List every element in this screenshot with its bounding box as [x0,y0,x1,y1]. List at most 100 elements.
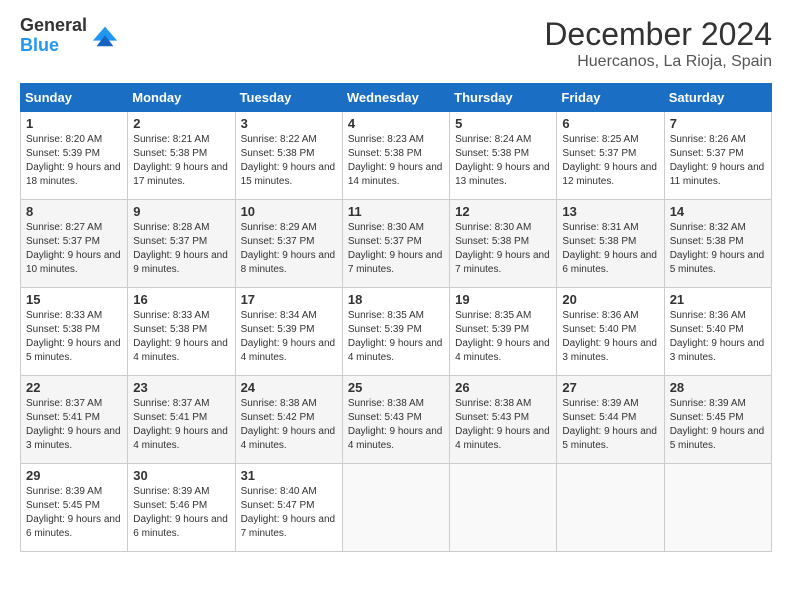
day-number: 23 [133,380,229,395]
col-sunday: Sunday [21,84,128,112]
day-cell: 14 Sunrise: 8:32 AMSunset: 5:38 PMDaylig… [664,200,771,288]
day-cell: 6 Sunrise: 8:25 AMSunset: 5:37 PMDayligh… [557,112,664,200]
day-info: Sunrise: 8:28 AMSunset: 5:37 PMDaylight:… [133,222,228,275]
day-number: 10 [241,204,337,219]
day-number: 29 [26,468,122,483]
week-row-1: 1 Sunrise: 8:20 AMSunset: 5:39 PMDayligh… [21,112,772,200]
day-number: 24 [241,380,337,395]
day-info: Sunrise: 8:21 AMSunset: 5:38 PMDaylight:… [133,134,228,187]
day-info: Sunrise: 8:20 AMSunset: 5:39 PMDaylight:… [26,134,121,187]
day-cell: 10 Sunrise: 8:29 AMSunset: 5:37 PMDaylig… [235,200,342,288]
day-info: Sunrise: 8:39 AMSunset: 5:45 PMDaylight:… [26,486,121,539]
col-friday: Friday [557,84,664,112]
day-number: 14 [670,204,766,219]
day-cell: 25 Sunrise: 8:38 AMSunset: 5:43 PMDaylig… [342,376,449,464]
day-cell: 24 Sunrise: 8:38 AMSunset: 5:42 PMDaylig… [235,376,342,464]
day-cell: 18 Sunrise: 8:35 AMSunset: 5:39 PMDaylig… [342,288,449,376]
day-number: 30 [133,468,229,483]
day-cell [664,464,771,552]
day-cell: 7 Sunrise: 8:26 AMSunset: 5:37 PMDayligh… [664,112,771,200]
day-info: Sunrise: 8:36 AMSunset: 5:40 PMDaylight:… [670,310,765,363]
day-number: 16 [133,292,229,307]
day-cell: 31 Sunrise: 8:40 AMSunset: 5:47 PMDaylig… [235,464,342,552]
day-info: Sunrise: 8:39 AMSunset: 5:46 PMDaylight:… [133,486,228,539]
day-number: 11 [348,204,444,219]
day-cell: 26 Sunrise: 8:38 AMSunset: 5:43 PMDaylig… [450,376,557,464]
logo: General Blue [20,16,119,56]
day-info: Sunrise: 8:23 AMSunset: 5:38 PMDaylight:… [348,134,443,187]
day-number: 9 [133,204,229,219]
day-info: Sunrise: 8:36 AMSunset: 5:40 PMDaylight:… [562,310,657,363]
day-number: 27 [562,380,658,395]
day-cell: 5 Sunrise: 8:24 AMSunset: 5:38 PMDayligh… [450,112,557,200]
day-info: Sunrise: 8:38 AMSunset: 5:43 PMDaylight:… [455,398,550,451]
day-cell [557,464,664,552]
day-info: Sunrise: 8:27 AMSunset: 5:37 PMDaylight:… [26,222,121,275]
day-number: 22 [26,380,122,395]
day-cell: 8 Sunrise: 8:27 AMSunset: 5:37 PMDayligh… [21,200,128,288]
day-number: 13 [562,204,658,219]
day-info: Sunrise: 8:38 AMSunset: 5:43 PMDaylight:… [348,398,443,451]
day-number: 15 [26,292,122,307]
day-cell: 1 Sunrise: 8:20 AMSunset: 5:39 PMDayligh… [21,112,128,200]
day-cell: 22 Sunrise: 8:37 AMSunset: 5:41 PMDaylig… [21,376,128,464]
day-info: Sunrise: 8:38 AMSunset: 5:42 PMDaylight:… [241,398,336,451]
day-cell: 2 Sunrise: 8:21 AMSunset: 5:38 PMDayligh… [128,112,235,200]
day-info: Sunrise: 8:35 AMSunset: 5:39 PMDaylight:… [348,310,443,363]
day-number: 28 [670,380,766,395]
day-number: 12 [455,204,551,219]
logo-icon [91,22,119,50]
day-number: 18 [348,292,444,307]
day-info: Sunrise: 8:32 AMSunset: 5:38 PMDaylight:… [670,222,765,275]
day-number: 5 [455,116,551,131]
day-cell [450,464,557,552]
day-info: Sunrise: 8:39 AMSunset: 5:44 PMDaylight:… [562,398,657,451]
day-number: 4 [348,116,444,131]
day-number: 17 [241,292,337,307]
month-title: December 2024 [544,16,772,53]
day-info: Sunrise: 8:37 AMSunset: 5:41 PMDaylight:… [133,398,228,451]
day-cell: 17 Sunrise: 8:34 AMSunset: 5:39 PMDaylig… [235,288,342,376]
day-info: Sunrise: 8:37 AMSunset: 5:41 PMDaylight:… [26,398,121,451]
day-number: 25 [348,380,444,395]
day-info: Sunrise: 8:30 AMSunset: 5:37 PMDaylight:… [348,222,443,275]
day-number: 26 [455,380,551,395]
header: General Blue December 2024 Huercanos, La… [20,16,772,71]
page: General Blue December 2024 Huercanos, La… [0,0,792,612]
day-number: 20 [562,292,658,307]
day-cell [342,464,449,552]
day-number: 8 [26,204,122,219]
day-cell: 11 Sunrise: 8:30 AMSunset: 5:37 PMDaylig… [342,200,449,288]
day-cell: 28 Sunrise: 8:39 AMSunset: 5:45 PMDaylig… [664,376,771,464]
col-monday: Monday [128,84,235,112]
day-number: 2 [133,116,229,131]
day-info: Sunrise: 8:39 AMSunset: 5:45 PMDaylight:… [670,398,765,451]
day-number: 3 [241,116,337,131]
week-row-4: 22 Sunrise: 8:37 AMSunset: 5:41 PMDaylig… [21,376,772,464]
day-cell: 16 Sunrise: 8:33 AMSunset: 5:38 PMDaylig… [128,288,235,376]
day-info: Sunrise: 8:34 AMSunset: 5:39 PMDaylight:… [241,310,336,363]
logo-text: General Blue [20,16,87,56]
week-row-2: 8 Sunrise: 8:27 AMSunset: 5:37 PMDayligh… [21,200,772,288]
title-block: December 2024 Huercanos, La Rioja, Spain [544,16,772,71]
day-cell: 13 Sunrise: 8:31 AMSunset: 5:38 PMDaylig… [557,200,664,288]
week-row-3: 15 Sunrise: 8:33 AMSunset: 5:38 PMDaylig… [21,288,772,376]
day-number: 1 [26,116,122,131]
day-cell: 19 Sunrise: 8:35 AMSunset: 5:39 PMDaylig… [450,288,557,376]
header-row: Sunday Monday Tuesday Wednesday Thursday… [21,84,772,112]
day-number: 6 [562,116,658,131]
day-info: Sunrise: 8:31 AMSunset: 5:38 PMDaylight:… [562,222,657,275]
col-wednesday: Wednesday [342,84,449,112]
calendar-header: Sunday Monday Tuesday Wednesday Thursday… [21,84,772,112]
day-info: Sunrise: 8:35 AMSunset: 5:39 PMDaylight:… [455,310,550,363]
day-number: 31 [241,468,337,483]
day-number: 21 [670,292,766,307]
col-saturday: Saturday [664,84,771,112]
day-cell: 21 Sunrise: 8:36 AMSunset: 5:40 PMDaylig… [664,288,771,376]
day-info: Sunrise: 8:40 AMSunset: 5:47 PMDaylight:… [241,486,336,539]
day-cell: 9 Sunrise: 8:28 AMSunset: 5:37 PMDayligh… [128,200,235,288]
day-cell: 23 Sunrise: 8:37 AMSunset: 5:41 PMDaylig… [128,376,235,464]
day-cell: 12 Sunrise: 8:30 AMSunset: 5:38 PMDaylig… [450,200,557,288]
day-cell: 3 Sunrise: 8:22 AMSunset: 5:38 PMDayligh… [235,112,342,200]
day-info: Sunrise: 8:30 AMSunset: 5:38 PMDaylight:… [455,222,550,275]
